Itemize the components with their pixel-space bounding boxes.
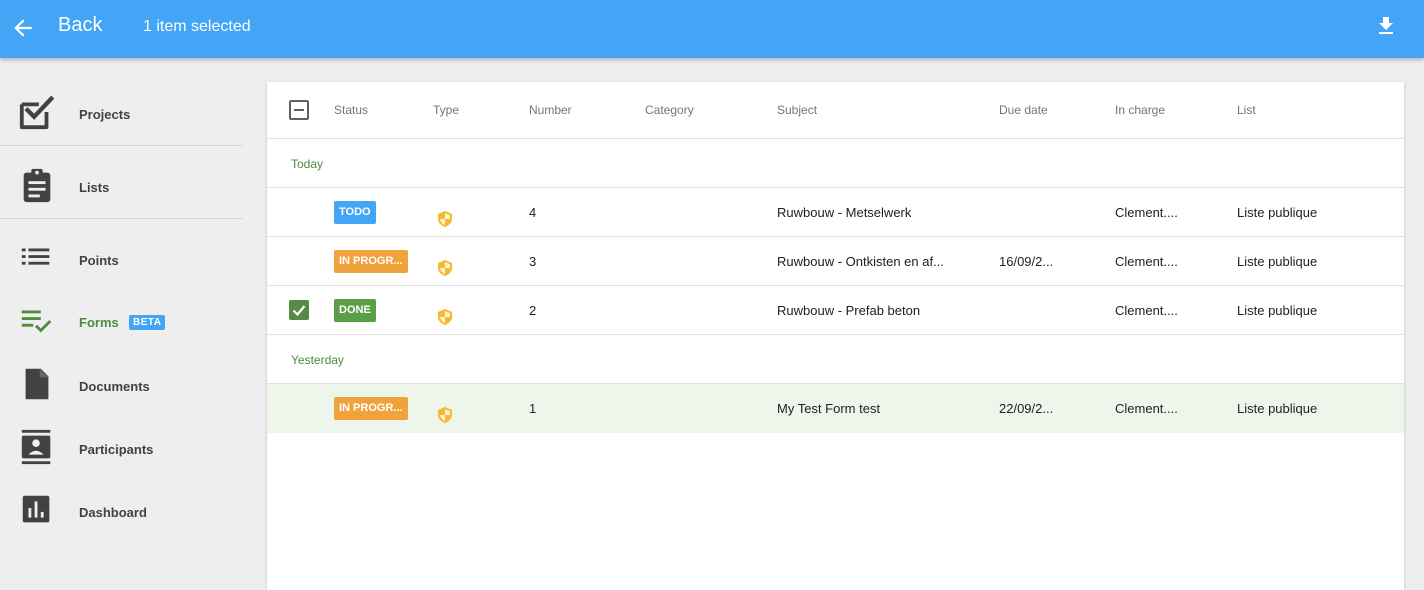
status-badge: IN PROGR... bbox=[334, 397, 408, 420]
table-row[interactable]: TODO 4 Ruwbouw - Metselwerk Clement.... … bbox=[267, 188, 1404, 237]
status-badge: IN PROGR... bbox=[334, 250, 408, 273]
select-all-checkbox[interactable] bbox=[289, 100, 309, 120]
download-icon[interactable] bbox=[1374, 14, 1398, 38]
shield-icon bbox=[438, 260, 452, 276]
column-header-subject[interactable]: Subject bbox=[777, 103, 817, 117]
table-row[interactable]: DONE 2 Ruwbouw - Prefab beton Clement...… bbox=[267, 286, 1404, 335]
clipboard-icon bbox=[23, 168, 51, 203]
document-icon bbox=[25, 368, 49, 400]
status-badge: DONE bbox=[334, 299, 376, 322]
sidebar-item-points[interactable]: Points bbox=[0, 234, 243, 284]
projects-check-icon bbox=[19, 95, 55, 130]
column-header-category[interactable]: Category bbox=[645, 103, 694, 117]
checklist-icon bbox=[21, 310, 52, 333]
cell-list: Liste publique bbox=[1237, 303, 1318, 318]
table-row[interactable]: IN PROGR... 3 Ruwbouw - Ontkisten en af.… bbox=[267, 237, 1404, 286]
back-button[interactable]: Back bbox=[58, 14, 102, 37]
cell-number: 3 bbox=[529, 254, 537, 269]
cell-in-charge: Clement.... bbox=[1115, 254, 1178, 269]
beta-badge: BETA bbox=[129, 315, 166, 330]
row-checkbox[interactable] bbox=[289, 202, 309, 222]
checkmark-icon bbox=[292, 305, 306, 317]
group-header-yesterday: Yesterday bbox=[267, 335, 1404, 384]
row-checkbox[interactable] bbox=[289, 398, 309, 418]
cell-in-charge: Clement.... bbox=[1115, 303, 1178, 318]
sidebar-item-label: Participants bbox=[79, 442, 154, 457]
column-header-type[interactable]: Type bbox=[433, 103, 459, 117]
bar-chart-icon bbox=[22, 495, 50, 523]
back-arrow-icon[interactable] bbox=[10, 15, 36, 41]
cell-subject: Ruwbouw - Prefab beton bbox=[777, 303, 921, 318]
sidebar-item-participants[interactable]: Participants bbox=[0, 423, 243, 473]
group-header-today: Today bbox=[267, 139, 1404, 188]
column-header-in-charge[interactable]: In charge bbox=[1115, 103, 1165, 117]
row-checkbox[interactable] bbox=[289, 251, 309, 271]
column-header-number[interactable]: Number bbox=[529, 103, 572, 117]
shield-icon bbox=[438, 211, 452, 227]
cell-number: 2 bbox=[529, 303, 537, 318]
sidebar-item-label: Projects bbox=[79, 107, 131, 122]
sidebar-item-label: Lists bbox=[79, 180, 110, 195]
cell-due-date: 16/09/2... bbox=[999, 254, 1054, 269]
selection-count: 1 item selected bbox=[143, 18, 251, 35]
shield-icon bbox=[438, 407, 452, 423]
sidebar-item-label: Forms bbox=[79, 315, 119, 330]
shield-icon bbox=[438, 309, 452, 325]
sidebar-divider bbox=[0, 145, 243, 146]
cell-number: 4 bbox=[529, 205, 537, 220]
sidebar-item-lists[interactable]: Lists bbox=[0, 161, 243, 211]
sidebar-nav: Projects Lists Points Forms BETA Documen… bbox=[0, 58, 243, 590]
cell-list: Liste publique bbox=[1237, 254, 1318, 269]
cell-subject: My Test Form test bbox=[777, 401, 881, 416]
cell-in-charge: Clement.... bbox=[1115, 205, 1178, 220]
column-header-status[interactable]: Status bbox=[334, 103, 368, 117]
cell-list: Liste publique bbox=[1237, 401, 1318, 416]
status-badge: TODO bbox=[334, 201, 376, 224]
sidebar-item-label: Documents bbox=[79, 379, 150, 394]
sidebar-item-label: Dashboard bbox=[79, 505, 147, 520]
sidebar-item-dashboard[interactable]: Dashboard bbox=[0, 486, 243, 536]
cell-subject: Ruwbouw - Ontkisten en af... bbox=[777, 254, 944, 269]
sidebar-item-projects[interactable]: Projects bbox=[0, 88, 243, 138]
sidebar-item-documents[interactable]: Documents bbox=[0, 360, 243, 410]
sidebar-item-label: Points bbox=[79, 253, 119, 268]
list-icon bbox=[21, 248, 50, 265]
cell-due-date: 22/09/2... bbox=[999, 401, 1054, 416]
table-row[interactable]: IN PROGR... 1 My Test Form test 22/09/2.… bbox=[267, 384, 1404, 433]
group-label: Yesterday bbox=[291, 353, 344, 367]
group-label: Today bbox=[291, 157, 324, 171]
cell-in-charge: Clement.... bbox=[1115, 401, 1178, 416]
cell-list: Liste publique bbox=[1237, 205, 1318, 220]
top-app-bar: Back 1 item selected bbox=[0, 0, 1424, 58]
column-header-list[interactable]: List bbox=[1237, 103, 1256, 117]
sidebar-item-forms[interactable]: Forms BETA bbox=[0, 296, 243, 346]
column-header-due-date[interactable]: Due date bbox=[999, 103, 1048, 117]
row-checkbox-checked[interactable] bbox=[289, 300, 309, 320]
forms-table-panel: Status Type Number Category Subject Due … bbox=[267, 82, 1404, 590]
sidebar-divider bbox=[0, 218, 243, 219]
table-header: Status Type Number Category Subject Due … bbox=[267, 82, 1404, 139]
contact-card-icon bbox=[21, 429, 51, 465]
cell-number: 1 bbox=[529, 401, 537, 416]
cell-subject: Ruwbouw - Metselwerk bbox=[777, 205, 912, 220]
